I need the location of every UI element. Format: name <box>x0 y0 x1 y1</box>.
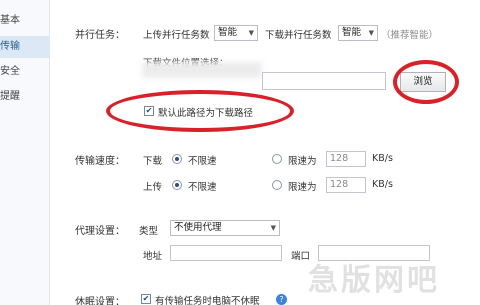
download-parallel-value: 智能 <box>342 27 362 38</box>
download-parallel-select[interactable]: 智能 ▼ <box>338 25 378 41</box>
no-sleep-checkbox[interactable]: ✔ <box>141 294 151 304</box>
upload-unit-label: KB/s <box>372 179 393 190</box>
blurred-path-region <box>142 62 262 78</box>
recommend-hint: （推荐智能） <box>381 30 439 41</box>
chevron-down-icon: ▼ <box>368 29 374 37</box>
chevron-down-icon: ▼ <box>248 29 254 37</box>
proxy-address-label: 地址 <box>143 251 163 262</box>
download-parallel-label: 下载并行任务数 <box>265 30 332 41</box>
default-path-checkbox[interactable]: ✔ <box>144 106 154 116</box>
upload-unlimited-radio[interactable] <box>172 180 182 190</box>
help-icon[interactable]: ? <box>276 294 287 305</box>
browse-button[interactable]: 浏览 <box>400 72 446 92</box>
upload-parallel-select[interactable]: 智能 ▼ <box>214 25 258 41</box>
proxy-address-input[interactable] <box>170 245 282 261</box>
watermark-text: 急版网吧 <box>308 263 440 298</box>
sidebar-item-reminder[interactable]: 提醒 <box>0 86 49 108</box>
upload-limit-label: 限速为 <box>288 182 317 193</box>
speed-download-label: 下载 <box>143 156 163 167</box>
download-unlimited-radio[interactable] <box>172 154 182 164</box>
download-path-input[interactable] <box>262 72 386 90</box>
settings-sidebar: 基本 传输 安全 提醒 <box>0 0 50 305</box>
upload-limit-input[interactable]: 128 <box>326 177 366 193</box>
parallel-section-label: 并行任务： <box>75 30 125 41</box>
download-unit-label: KB/s <box>372 153 393 164</box>
sidebar-item-basic[interactable]: 基本 <box>0 10 49 32</box>
speed-upload-label: 上传 <box>143 182 163 193</box>
default-path-label: 默认此路径为下载路径 <box>158 108 254 119</box>
chevron-down-icon: ▼ <box>270 224 276 232</box>
proxy-type-label: 类型 <box>139 226 159 237</box>
download-unlimited-label: 不限速 <box>188 156 217 167</box>
download-limit-input[interactable]: 128 <box>326 151 366 167</box>
download-limit-radio[interactable] <box>272 154 282 164</box>
no-sleep-label: 有传输任务时电脑不休眠 <box>155 296 260 305</box>
upload-parallel-value: 智能 <box>218 27 238 38</box>
speed-section-label: 传输速度： <box>75 156 125 167</box>
sidebar-item-security[interactable]: 安全 <box>0 61 49 83</box>
proxy-section-label: 代理设置： <box>75 226 125 237</box>
upload-limit-radio[interactable] <box>272 180 282 190</box>
download-limit-label: 限速为 <box>288 156 317 167</box>
sidebar-item-transfer[interactable]: 传输 <box>0 36 49 58</box>
upload-unlimited-label: 不限速 <box>188 182 217 193</box>
sleep-section-label: 休眠设置： <box>75 297 125 305</box>
upload-parallel-label: 上传并行任务数 <box>143 30 210 41</box>
proxy-type-select[interactable]: 不使用代理 ▼ <box>170 220 280 236</box>
proxy-type-value: 不使用代理 <box>174 222 222 233</box>
